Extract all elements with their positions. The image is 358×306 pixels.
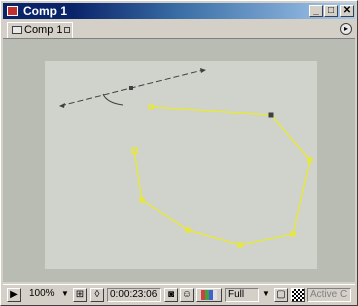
show-channel-icon[interactable] — [196, 288, 222, 302]
magnification-value[interactable]: 100% — [29, 288, 63, 302]
resolution-value[interactable]: Full — [225, 288, 259, 302]
title-bar[interactable]: Comp 1 _ □ ✕ — [3, 3, 355, 19]
mask-visibility-icon[interactable]: ◊ — [90, 288, 104, 302]
tab-comp-1[interactable]: Comp 1 — [7, 22, 73, 38]
active-camera-dropdown[interactable]: Active C — [307, 288, 351, 302]
viewer-toolbar: ▶ 100% ▼ ⊞ ◊ 0:00:23:06 ◙ ☺ Full ▼ ▢ Act… — [3, 284, 355, 305]
composition-icon — [12, 26, 22, 34]
window-title: Comp 1 — [23, 4, 68, 18]
close-button[interactable]: ✕ — [340, 5, 354, 17]
motion-path-end-arrow — [200, 68, 206, 73]
region-of-interest-icon[interactable]: ▢ — [274, 288, 288, 302]
mask-path[interactable] — [133, 106, 311, 246]
magnification-dropdown-icon[interactable]: ▼ — [61, 288, 70, 302]
snapshot-camera-icon[interactable]: ◙ — [164, 288, 178, 302]
current-time-field[interactable]: 0:00:23:06 — [107, 288, 161, 302]
tab-label: Comp 1 — [24, 24, 63, 36]
show-snapshot-icon[interactable]: ☺ — [180, 288, 194, 302]
panel-menu-icon[interactable]: ▸ — [340, 23, 352, 35]
resolution-dropdown-icon[interactable]: ▼ — [262, 288, 271, 302]
comp-window: Comp 1 _ □ ✕ Comp 1 ▸ ▶ 100% ▼ ⊞ ◊ 0:00:… — [0, 0, 358, 306]
transparency-grid-icon[interactable] — [291, 288, 305, 302]
composition-viewer[interactable] — [3, 39, 355, 282]
grid-safe-zones-icon[interactable]: ⊞ — [73, 288, 87, 302]
paths-overlay — [59, 68, 313, 248]
preview-toggle-icon[interactable]: ▶ — [7, 288, 21, 302]
motion-keyframe[interactable] — [129, 86, 133, 90]
minimize-button[interactable]: _ — [309, 5, 323, 17]
motion-path-start-arrow — [59, 103, 65, 108]
maximize-button[interactable]: □ — [324, 5, 338, 17]
app-icon[interactable] — [7, 6, 18, 16]
tab-bar: Comp 1 ▸ — [3, 20, 355, 39]
motion-path-curve — [102, 93, 124, 106]
tab-close-icon[interactable] — [64, 27, 70, 33]
mask-vertex-selected[interactable] — [268, 112, 274, 118]
